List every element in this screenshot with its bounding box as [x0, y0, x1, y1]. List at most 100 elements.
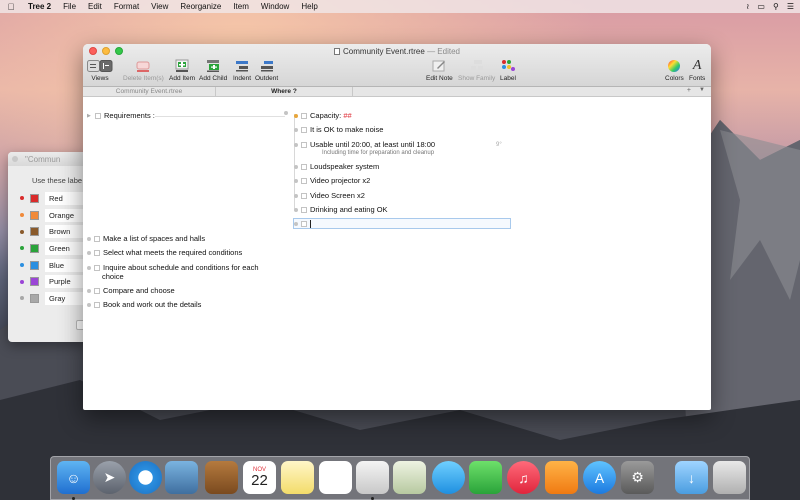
- node-checkbox[interactable]: [301, 126, 307, 133]
- node-checkbox[interactable]: [94, 264, 100, 271]
- show-family-button[interactable]: Show Family: [458, 58, 495, 82]
- label-name-field[interactable]: Blue: [45, 258, 85, 272]
- node-checkbox[interactable]: [301, 141, 307, 148]
- node-checkbox[interactable]: [94, 235, 100, 242]
- label-name-field[interactable]: Brown: [45, 225, 85, 239]
- tab-document[interactable]: Community Event.rtree: [83, 87, 216, 96]
- label-color-swatch[interactable]: [30, 260, 39, 270]
- calendar-icon[interactable]: NOV 22: [243, 461, 276, 494]
- menu-edit[interactable]: Edit: [82, 2, 108, 11]
- menu-window[interactable]: Window: [255, 2, 295, 11]
- menu-view[interactable]: View: [145, 2, 174, 11]
- notes-icon[interactable]: [281, 461, 314, 494]
- ibooks-icon[interactable]: [545, 461, 578, 494]
- indent-button[interactable]: Indent: [233, 58, 251, 82]
- label-color-swatch[interactable]: [30, 227, 39, 237]
- node-checkbox[interactable]: [94, 301, 100, 308]
- tree-node-task[interactable]: Make a list of spaces and halls: [87, 234, 205, 243]
- node-checkbox[interactable]: [301, 192, 307, 199]
- contacts-icon[interactable]: [205, 461, 238, 494]
- tree-node-capacity[interactable]: Capacity: ##: [294, 111, 352, 120]
- tree-node-task[interactable]: Compare and choose: [87, 286, 175, 295]
- menu-help[interactable]: Help: [295, 2, 323, 11]
- label-row-brown[interactable]: Brown: [8, 223, 88, 240]
- notification-center-icon[interactable]: ☰: [787, 2, 794, 11]
- node-checkbox[interactable]: [95, 112, 101, 119]
- label-color-swatch[interactable]: [30, 193, 39, 203]
- label-button[interactable]: Label: [500, 58, 516, 82]
- launchpad-icon[interactable]: ➤: [93, 461, 126, 494]
- tree-node-requirements[interactable]: ▶ Requirements :: [87, 111, 155, 120]
- downloads-folder-icon[interactable]: ↓: [675, 461, 708, 494]
- menu-format[interactable]: Format: [108, 2, 145, 11]
- label-row-red[interactable]: Red: [8, 190, 88, 207]
- apple-menu-icon[interactable]: : [0, 2, 22, 12]
- node-checkbox[interactable]: [301, 112, 307, 119]
- label-row-purple[interactable]: Purple: [8, 273, 88, 290]
- node-checkbox[interactable]: [301, 163, 307, 170]
- tree-node-video-screen[interactable]: Video Screen x2: [294, 191, 365, 200]
- tree-node-video-projector[interactable]: Video projector x2: [294, 176, 370, 185]
- tree-node-drinking[interactable]: Drinking and eating OK: [294, 205, 388, 214]
- edit-note-button[interactable]: Edit Note: [426, 58, 453, 82]
- preview-icon[interactable]: [165, 461, 198, 494]
- script-editor-icon[interactable]: [393, 461, 426, 494]
- label-color-swatch[interactable]: [30, 210, 39, 220]
- label-color-swatch[interactable]: [30, 293, 39, 303]
- label-row-green[interactable]: Green: [8, 240, 88, 257]
- reminders-icon[interactable]: [319, 461, 352, 494]
- tab-where[interactable]: Where ?: [216, 87, 353, 96]
- menu-app-name[interactable]: Tree 2: [22, 2, 57, 11]
- node-checkbox[interactable]: [94, 249, 100, 256]
- new-item-editor[interactable]: [293, 218, 511, 229]
- tree-node-loudspeaker[interactable]: Loudspeaker system: [294, 162, 379, 171]
- label-name-field[interactable]: Purple: [45, 275, 85, 289]
- tree-node-usable-until[interactable]: Usable until 20:00, at least until 18:00: [294, 140, 435, 149]
- add-tab-icon[interactable]: +: [687, 87, 691, 94]
- facetime-icon[interactable]: [469, 461, 502, 494]
- tree-node-task[interactable]: Inquire about schedule and conditions fo…: [87, 263, 259, 272]
- disclosure-triangle-icon[interactable]: ▶: [87, 113, 92, 119]
- add-item-button[interactable]: Add Item: [169, 58, 195, 82]
- node-checkbox[interactable]: [301, 177, 307, 184]
- label-name-field[interactable]: Green: [45, 241, 85, 255]
- tree-node-new[interactable]: [294, 220, 311, 228]
- node-checkbox[interactable]: [94, 287, 100, 294]
- document-proxy-icon[interactable]: [334, 48, 341, 55]
- tab-menu-icon[interactable]: ▼: [699, 87, 705, 93]
- spotlight-search-icon[interactable]: ⚲: [773, 2, 779, 11]
- itunes-icon[interactable]: ♫: [507, 461, 540, 494]
- label-row-blue[interactable]: Blue: [8, 257, 88, 274]
- finder-icon[interactable]: ☺: [57, 461, 90, 494]
- label-row-orange[interactable]: Orange: [8, 207, 88, 224]
- outdent-button[interactable]: Outdent: [255, 58, 278, 82]
- menu-reorganize[interactable]: Reorganize: [174, 2, 227, 11]
- system-preferences-icon[interactable]: ⚙: [621, 461, 654, 494]
- palette-close-button[interactable]: [12, 156, 18, 162]
- node-checkbox[interactable]: [301, 206, 307, 213]
- battery-icon[interactable]: ▭: [757, 2, 765, 11]
- label-row-gray[interactable]: Gray: [8, 290, 88, 307]
- trash-icon[interactable]: [713, 461, 746, 494]
- label-name-field[interactable]: Gray: [45, 291, 85, 305]
- add-child-button[interactable]: Add Child: [199, 58, 227, 82]
- label-name-field[interactable]: Orange: [45, 208, 85, 222]
- label-name-field[interactable]: Red: [45, 191, 85, 205]
- tree-node-task[interactable]: Book and work out the details: [87, 300, 201, 309]
- tree-node-task[interactable]: Select what meets the required condition…: [87, 248, 242, 257]
- app-store-icon[interactable]: A: [583, 461, 616, 494]
- tree-app-icon[interactable]: [356, 461, 389, 494]
- label-color-swatch[interactable]: [30, 277, 39, 287]
- delete-items-button[interactable]: Delete Item(s): [123, 58, 164, 82]
- node-checkbox[interactable]: [301, 221, 307, 227]
- colors-button[interactable]: Colors: [665, 58, 684, 82]
- messages-icon[interactable]: [432, 461, 465, 494]
- label-color-swatch[interactable]: [30, 243, 39, 253]
- views-button[interactable]: Views: [87, 58, 113, 82]
- menu-file[interactable]: File: [57, 2, 82, 11]
- wifi-icon[interactable]: ≀: [746, 2, 749, 11]
- menu-item[interactable]: Item: [227, 2, 255, 11]
- tree-node-noise[interactable]: It is OK to make noise: [294, 125, 383, 134]
- safari-icon[interactable]: [129, 461, 162, 494]
- fonts-button[interactable]: A Fonts: [689, 58, 705, 83]
